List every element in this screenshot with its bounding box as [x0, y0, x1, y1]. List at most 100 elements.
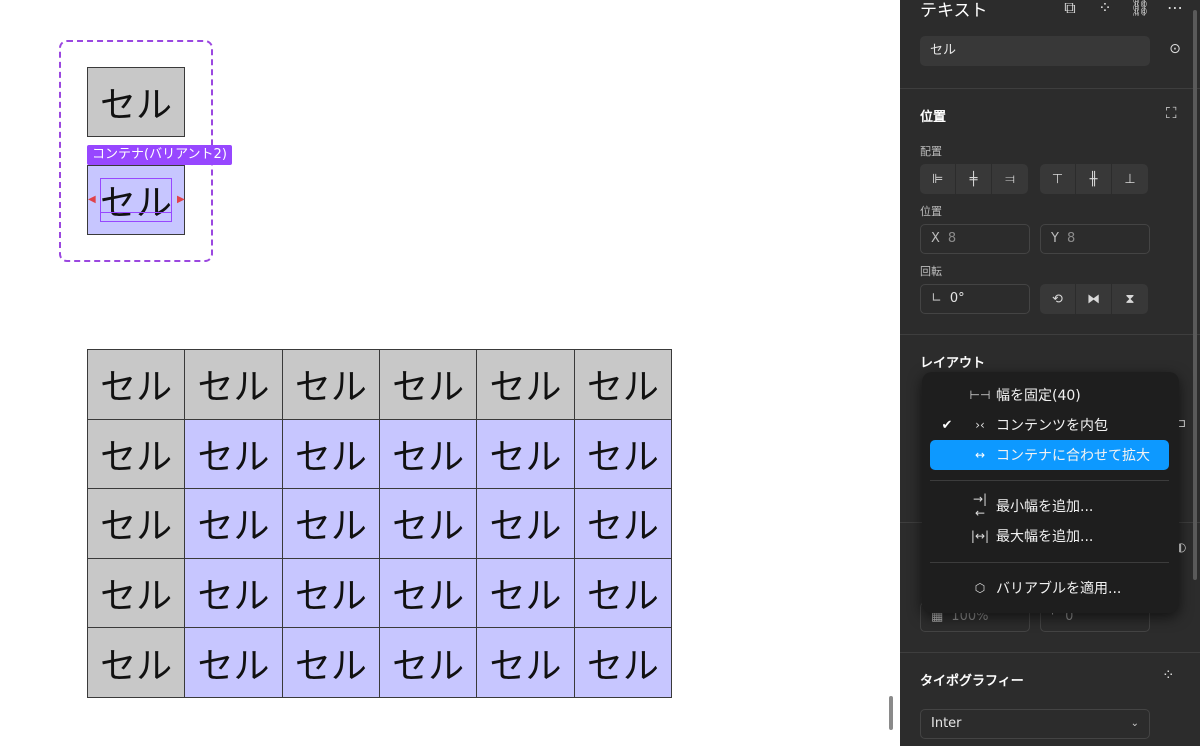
cell-text: セル — [294, 645, 367, 687]
layer-name-field[interactable]: セル — [920, 36, 1150, 66]
align-center-h-icon[interactable]: ╪ — [956, 164, 992, 194]
cell-text: セル — [489, 367, 562, 409]
cell-text: セル — [197, 645, 270, 687]
grid-cell[interactable]: セル — [574, 489, 672, 559]
panel-title: テキスト — [920, 1, 988, 21]
design-canvas[interactable]: セル コンテナ(バリアント2) セル ◀ ▶ セル セル セル セル セル セル セル セルセ… — [0, 0, 900, 746]
transform-group: ⟲ ⧓ ⧗ — [1040, 284, 1148, 314]
grid-cell[interactable]: セル — [282, 419, 380, 490]
menu-item-apply-variable[interactable]: ⬡ バリアブルを適用... — [930, 573, 1169, 603]
chevron-down-icon: ⌄ — [1130, 718, 1139, 729]
cell-text: セル — [392, 645, 465, 687]
cell-text: セル — [100, 576, 173, 618]
cell-text: セル — [197, 367, 270, 409]
grid-cell[interactable]: セル — [282, 558, 380, 629]
grid-cell[interactable]: セル — [185, 350, 283, 420]
menu-item-add-min-width[interactable]: →|← 最小幅を追加... — [930, 491, 1169, 521]
cell-text: セル — [99, 85, 172, 126]
width-resizing-menu: ⊢⊣ 幅を固定(40) ✔ ›‹ コンテンツを内包 ↔ コンテナに合わせて拡大 →|← 最小幅を… — [922, 372, 1179, 613]
grid-cell[interactable]: セル — [282, 350, 380, 420]
max-width-icon: |↔| — [970, 529, 990, 543]
text-selection-box[interactable] — [100, 178, 172, 222]
grid-cell[interactable]: セル — [88, 489, 186, 559]
grid-cell[interactable]: セル — [282, 628, 380, 698]
align-bottom-icon[interactable]: ⊥ — [1112, 164, 1148, 194]
more-options-icon[interactable]: ⋯ — [1165, 0, 1185, 17]
grid-cell[interactable]: セル — [185, 628, 283, 698]
resize-left-arrow-icon[interactable]: ◀ — [88, 195, 96, 205]
grid-cell[interactable]: セル — [282, 489, 380, 559]
cell-text: セル — [586, 506, 659, 548]
align-top-icon[interactable]: ⊤ — [1040, 164, 1076, 194]
typography-section-title: タイポグラフィー — [920, 674, 1024, 689]
text-styles-icon[interactable]: ⁘ — [1162, 666, 1175, 684]
constraints-icon[interactable]: ⛶ — [1166, 104, 1177, 122]
grid-cell[interactable]: セル — [477, 419, 575, 490]
menu-item-label: 最大幅を追加... — [996, 529, 1094, 545]
grid-cell[interactable]: セル — [380, 558, 478, 629]
cell-text: セル — [586, 436, 659, 478]
cell-text: セル — [489, 506, 562, 548]
grid-cell[interactable]: セル — [574, 350, 672, 420]
cell-text: セル — [392, 436, 465, 478]
variant-name-tag[interactable]: コンテナ(バリアント2) — [87, 145, 232, 165]
grid-cell[interactable]: セル — [380, 489, 478, 559]
grid-cell[interactable]: セル — [185, 558, 283, 629]
grid-cell[interactable]: セル — [185, 419, 283, 490]
flip-horizontal-icon[interactable]: ⧓ — [1076, 284, 1112, 314]
rotation-input[interactable]: ∟ 0° — [920, 284, 1030, 314]
grid-cell[interactable]: セル — [380, 419, 478, 490]
menu-item-label: コンテナに合わせて拡大 — [996, 448, 1150, 464]
grid-cell[interactable]: セル — [574, 628, 672, 698]
layout-section-title: レイアウト — [920, 356, 986, 371]
align-right-icon[interactable]: ⫤ — [992, 164, 1028, 194]
link-icon[interactable]: ⛓ — [1130, 0, 1150, 17]
grid-cell[interactable]: セル — [477, 489, 575, 559]
cell-text: セル — [489, 436, 562, 478]
cell-text: セル — [294, 506, 367, 548]
menu-item-label: 最小幅を追加... — [996, 499, 1094, 515]
menu-item-add-max-width[interactable]: |↔| 最大幅を追加... — [930, 521, 1169, 551]
rotation-label: 回転 — [920, 265, 942, 278]
menu-item-fixed-width[interactable]: ⊢⊣ 幅を固定(40) — [930, 380, 1169, 410]
menu-separator — [930, 562, 1169, 563]
cell-text: セル — [489, 645, 562, 687]
detach-instance-icon[interactable]: ⊙ — [1165, 41, 1185, 61]
grid-cell[interactable]: セル — [88, 628, 186, 698]
x-position-input[interactable]: X8 — [920, 224, 1030, 254]
component-icon[interactable]: ⧉ — [1060, 0, 1080, 18]
align-left-icon[interactable]: ⊫ — [920, 164, 956, 194]
component-cell-variant-1[interactable]: セル — [87, 67, 185, 137]
align-center-v-icon[interactable]: ╫ — [1076, 164, 1112, 194]
grid-select-icon[interactable]: ⁘ — [1095, 0, 1115, 17]
variable-icon: ⬡ — [974, 581, 986, 595]
resize-right-arrow-icon[interactable]: ▶ — [177, 195, 185, 205]
grid-cell[interactable]: セル — [574, 558, 672, 629]
grid-cell[interactable]: セル — [380, 350, 478, 420]
position-label: 位置 — [920, 205, 942, 218]
grid-cell[interactable]: セル — [477, 628, 575, 698]
font-family-select[interactable]: Inter ⌄ — [920, 709, 1150, 739]
table-grid[interactable]: セル セル セル セル セル セル セル セル セル セル セル セル セル セル セル セル セル セル セル セル… — [87, 349, 672, 698]
vertical-align-group: ⊤ ╫ ⊥ — [1040, 164, 1148, 194]
rotate-90-icon[interactable]: ⟲ — [1040, 284, 1076, 314]
grid-cell[interactable]: セル — [574, 419, 672, 490]
cell-text: セル — [392, 576, 465, 618]
grid-cell[interactable]: セル — [88, 558, 186, 629]
grid-cell[interactable]: セル — [88, 350, 186, 420]
cell-text: セル — [197, 506, 270, 548]
angle-icon: ∟ — [931, 291, 942, 306]
grid-cell[interactable]: セル — [477, 558, 575, 629]
canvas-scrollbar[interactable] — [889, 696, 893, 730]
flip-vertical-icon[interactable]: ⧗ — [1112, 284, 1148, 314]
fill-container-icon: ↔ — [974, 448, 986, 462]
grid-cell[interactable]: セル — [88, 419, 186, 490]
grid-cell[interactable]: セル — [380, 628, 478, 698]
grid-cell[interactable]: セル — [477, 350, 575, 420]
y-position-input[interactable]: Y8 — [1040, 224, 1150, 254]
menu-item-hug-contents[interactable]: ✔ ›‹ コンテンツを内包 — [930, 410, 1169, 440]
menu-item-fill-container[interactable]: ↔ コンテナに合わせて拡大 — [930, 440, 1169, 470]
panel-scrollbar[interactable] — [1193, 10, 1197, 580]
grid-cell[interactable]: セル — [185, 489, 283, 559]
section-divider — [900, 652, 1200, 653]
